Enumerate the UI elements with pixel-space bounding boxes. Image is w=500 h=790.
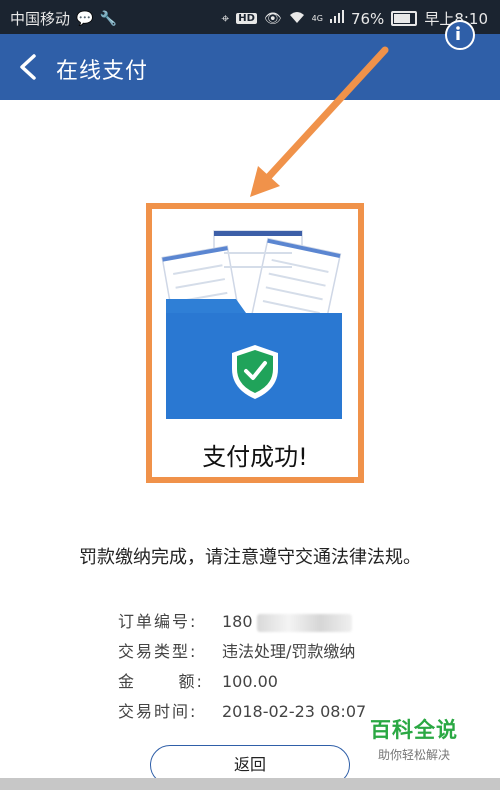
wifi-icon (289, 10, 305, 28)
watermark-main-text: 百科全说 (370, 718, 458, 742)
location-icon: ⌖ (221, 10, 230, 27)
carrier-label: 中国移动 (10, 10, 71, 28)
transaction-details: 订单编号: 180 交易类型: 违法处理/罚款缴纳 金 额: 100.00 交易… (118, 607, 366, 727)
payment-success-title: 支付成功! (202, 443, 308, 471)
watermark-logo: 百科全说 助你轻松解决 (370, 714, 458, 763)
eye-icon: 👁 (263, 10, 282, 27)
detail-label: 交易类型: (118, 642, 198, 661)
message-icon: 💬 (76, 10, 94, 27)
info-button[interactable] (445, 20, 475, 50)
network-type: 4G (311, 14, 323, 23)
detail-label: 订单编号: (118, 612, 198, 631)
detail-row-order-number: 订单编号: 180 (118, 607, 366, 637)
hd-badge: HD (236, 13, 257, 24)
result-message: 罚款缴纳完成，请注意遵守交通法律法规。 (79, 547, 421, 568)
back-icon (20, 54, 36, 80)
status-bar-left: 中国移动 💬 🔧 (10, 8, 117, 29)
bottom-nav-strip (0, 778, 500, 790)
status-bar: 中国移动 💬 🔧 ⌖ HD 👁 4G 76% 早上8:10 (0, 0, 500, 34)
info-icon (456, 26, 460, 40)
detail-label: 金 额: (118, 672, 204, 691)
transaction-time-value: 2018-02-23 08:07 (222, 702, 367, 721)
order-number-value: 180 (222, 607, 352, 637)
back-button[interactable] (12, 50, 46, 84)
detail-label: 交易时间: (118, 702, 198, 721)
battery-percent: 76% (350, 9, 385, 28)
folder-shield-icon (161, 230, 342, 419)
detail-row-transaction-time: 交易时间: 2018-02-23 08:07 (118, 697, 366, 727)
transaction-type-value: 违法处理/罚款缴纳 (222, 642, 356, 661)
page-title: 在线支付 (56, 59, 149, 84)
detail-row-transaction-type: 交易类型: 违法处理/罚款缴纳 (118, 637, 366, 667)
wrench-icon: 🔧 (99, 10, 117, 27)
success-highlight-box: 支付成功! (146, 203, 364, 483)
watermark-sub-text: 助你轻松解决 (377, 748, 450, 762)
battery-icon (391, 11, 418, 26)
signal-icon (329, 10, 344, 27)
amount-value: 100.00 (222, 672, 278, 691)
redacted-text (256, 613, 352, 632)
app-header: 在线支付 (0, 34, 500, 100)
detail-row-amount: 金 额: 100.00 (118, 667, 366, 697)
